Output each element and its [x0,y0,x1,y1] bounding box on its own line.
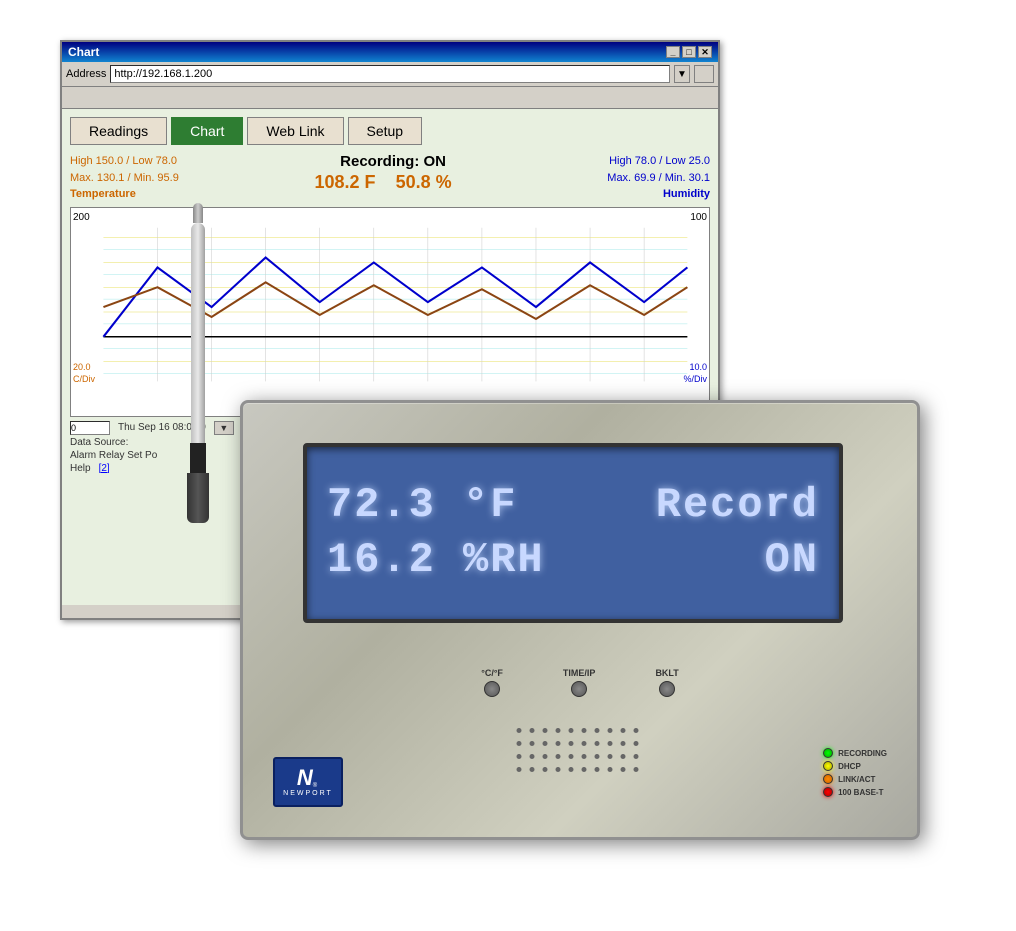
led-linkact-label: LINK/ACT [838,775,875,784]
help-link[interactable]: [2] [99,463,110,474]
help-text: Help [70,463,91,474]
address-input[interactable] [110,65,670,83]
temp-label: Temperature [70,186,179,203]
led-row-linkact: LINK/ACT [823,774,887,784]
scroll-input[interactable] [70,421,110,435]
led-dhcp [823,761,833,771]
antenna-body [191,223,205,443]
data-source-label: Data Source: [70,437,128,448]
temp-max-min: Max. 130.1 / Min. 95.9 [70,170,179,187]
tab-weblink[interactable]: Web Link [247,117,343,145]
lcd-on: ON [765,533,819,588]
browser-address-bar: Address ▼ [62,62,718,87]
browser-title-bar: Chart _ □ ✕ [62,42,718,62]
lcd-temp: 72.3 °F [327,478,517,533]
device-buttons: °C/°F TIME/IP BKLT [243,668,917,697]
reading-values: 108.2 F 50.8 % [315,172,472,193]
alarm-label: Alarm Relay Set Po [70,450,157,461]
tab-setup[interactable]: Setup [348,117,423,145]
button-group-cf: °C/°F [481,668,503,697]
speaker-grille [517,728,644,777]
chart-container: 200 100 20.0 C/Div 10.0 %/Div [70,207,710,417]
browser-title-controls: _ □ ✕ [666,46,712,58]
tab-readings[interactable]: Readings [70,117,167,145]
address-go-button[interactable]: ▼ [674,65,690,83]
status-leds: RECORDING DHCP LINK/ACT 100 BASE-T [823,748,887,797]
browser-toolbar [62,87,718,109]
newport-logo: N ® NEWPORT [273,757,343,807]
hardware-device: 72.3 °F Record 16.2 %RH ON °C/°F TIME/IP… [240,400,920,840]
chart-svg [71,208,709,416]
led-row-100base: 100 BASE-T [823,787,887,797]
div-label-right: 10.0 %/Div [683,362,707,385]
led-recording-label: RECORDING [838,749,887,758]
humidity-label: Humidity [607,186,710,203]
led-dhcp-label: DHCP [838,762,861,771]
browser-title: Chart [68,45,99,59]
antenna-tip [193,203,203,223]
scroll-button[interactable]: ▼ [214,421,234,435]
button-group-bklt: BKLT [655,668,678,697]
button-timeip[interactable] [571,681,587,697]
lcd-record: Record [656,478,819,533]
button-cf[interactable] [484,681,500,697]
chart-header: High 150.0 / Low 78.0 Max. 130.1 / Min. … [70,153,710,203]
humidity-high-low: High 78.0 / Low 25.0 [607,153,710,170]
lcd-row-2: 16.2 %RH ON [327,533,819,588]
minimize-button[interactable]: _ [666,46,680,58]
lcd-display: 72.3 °F Record 16.2 %RH ON [303,443,843,623]
temp-info: High 150.0 / Low 78.0 Max. 130.1 / Min. … [70,153,179,203]
lcd-humidity: 16.2 %RH [327,533,545,588]
button-timeip-label: TIME/IP [563,668,596,678]
button-bklt[interactable] [659,681,675,697]
maximize-button[interactable]: □ [682,46,696,58]
tab-chart[interactable]: Chart [171,117,243,145]
button-bklt-label: BKLT [655,668,678,678]
button-group-timeip: TIME/IP [563,668,596,697]
y-label-left: 200 [73,212,90,223]
led-row-dhcp: DHCP [823,761,887,771]
led-100base [823,787,833,797]
antenna-base [187,473,209,523]
newport-reg: ® [313,783,317,789]
div-label-left: 20.0 C/Div [73,362,95,385]
humidity-reading: 50.8 % [396,172,452,193]
temp-high-low: High 150.0 / Low 78.0 [70,153,179,170]
recording-area: Recording: ON 108.2 F 50.8 % [315,153,472,193]
humidity-max-min: Max. 69.9 / Min. 30.1 [607,170,710,187]
led-row-recording: RECORDING [823,748,887,758]
close-button[interactable]: ✕ [698,46,712,58]
address-label: Address [66,68,106,80]
antenna-connector [190,443,206,473]
newport-name: NEWPORT [283,790,333,797]
lcd-row-1: 72.3 °F Record [327,478,819,533]
led-100base-label: 100 BASE-T [838,788,883,797]
newport-n-letter: N [297,767,313,789]
recording-status: Recording: ON [315,153,472,170]
tab-bar: Readings Chart Web Link Setup [70,117,710,145]
temp-reading: 108.2 F [315,172,376,193]
address-extra [694,65,714,83]
y-label-right: 100 [690,212,707,223]
button-cf-label: °C/°F [481,668,503,678]
antenna [183,203,213,503]
led-recording [823,748,833,758]
humidity-info: High 78.0 / Low 25.0 Max. 69.9 / Min. 30… [607,153,710,203]
led-linkact [823,774,833,784]
